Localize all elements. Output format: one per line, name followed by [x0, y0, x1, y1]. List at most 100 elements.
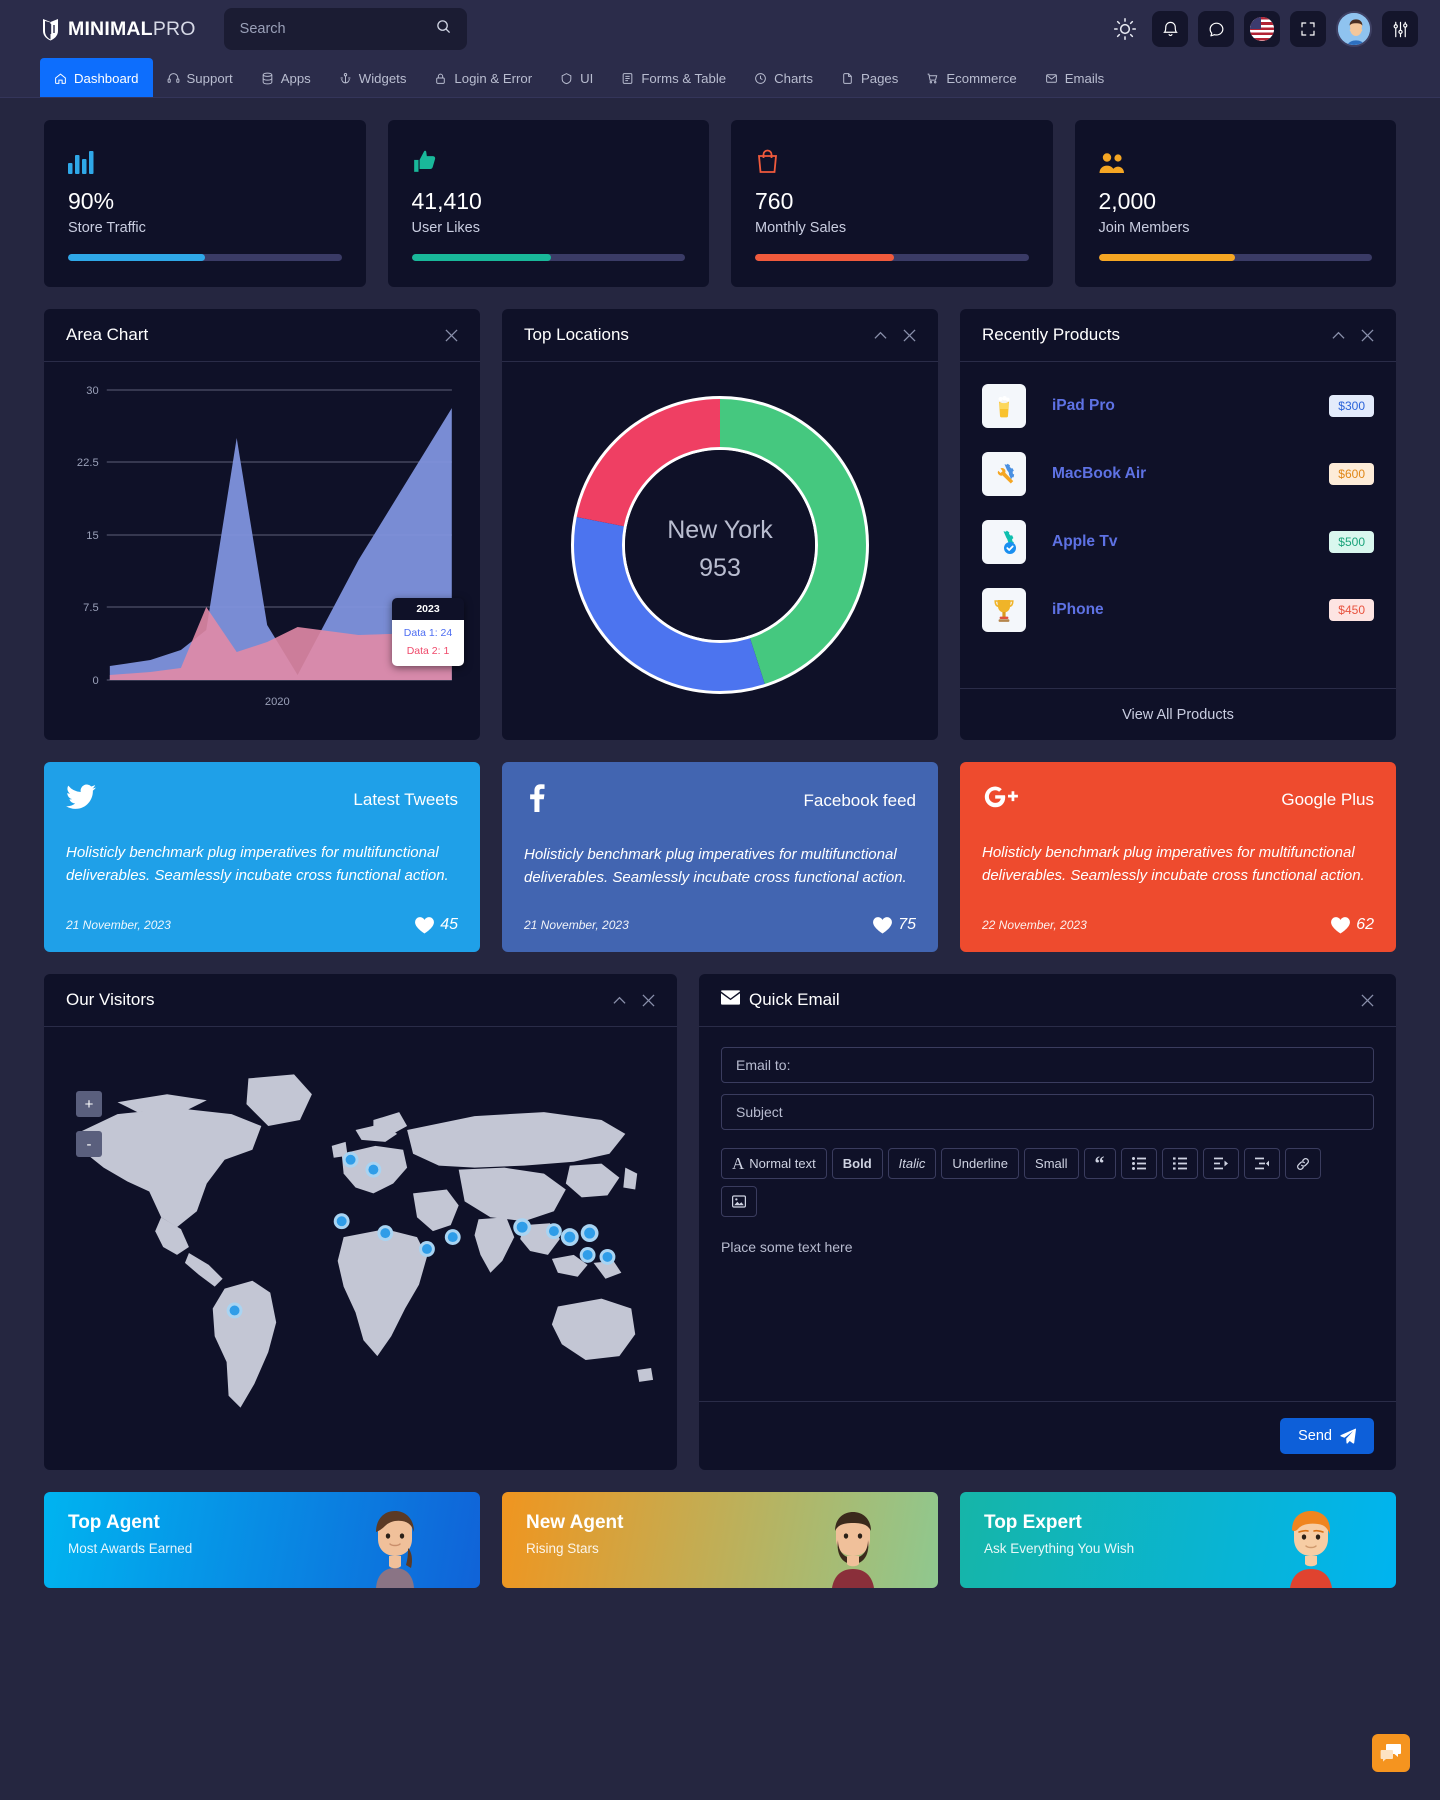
progress-bar [1098, 254, 1372, 261]
italic-button[interactable]: Italic [887, 1148, 937, 1179]
nav-item-ecommerce[interactable]: Ecommerce [912, 58, 1030, 98]
bell-icon[interactable] [1152, 11, 1188, 47]
product-row-macbook-air[interactable]: MacBook Air $600 [960, 440, 1396, 508]
map-zoom-in-button[interactable]: + [76, 1091, 102, 1117]
agent-card-new-agent[interactable]: New Agent Rising Stars [502, 1492, 938, 1588]
thumbs-up-icon [412, 144, 686, 174]
stat-value: 2,000 [1098, 188, 1157, 214]
googleplus-icon [982, 784, 1022, 815]
flag-us-icon[interactable] [1244, 11, 1280, 47]
dashboard-page: MINIMALPRO Search Dashboard Support Apps… [0, 0, 1440, 1800]
social-text: Holisticly benchmark plug imperatives fo… [66, 844, 449, 885]
email-subject-input[interactable] [721, 1094, 1374, 1130]
agent-card-top-expert[interactable]: Top Expert Ask Everything You Wish [960, 1492, 1396, 1588]
panel-title-wrap: Quick Email [721, 990, 840, 1010]
send-button[interactable]: Send [1280, 1418, 1374, 1454]
indent-icon [1213, 1157, 1228, 1170]
stat-value: 90% [68, 188, 115, 214]
nav-item-emails[interactable]: Emails [1031, 58, 1119, 98]
ul-icon [1131, 1157, 1146, 1170]
brand-logo[interactable]: MINIMALPRO [40, 18, 196, 41]
underline-button[interactable]: Underline [941, 1148, 1020, 1179]
stat-card-monthly-sales: 760 Monthly Sales [731, 120, 1053, 287]
chevron-up-icon[interactable] [613, 996, 626, 1005]
nav-item-forms-table[interactable]: Forms & Table [607, 58, 740, 98]
close-icon[interactable] [642, 993, 655, 1007]
avatar[interactable] [1336, 11, 1372, 47]
donut-chart-body: New York 953 [502, 362, 938, 740]
close-icon[interactable] [1361, 328, 1374, 342]
close-icon[interactable] [903, 328, 916, 342]
view-all-products-link[interactable]: View All Products [960, 688, 1396, 740]
search-box[interactable] [223, 8, 467, 50]
search-input[interactable] [239, 21, 436, 37]
chat-icon[interactable] [1198, 11, 1234, 47]
recent-products-panel: Recently Products iPad Pro $300 MacBook … [960, 309, 1396, 740]
chart-tooltip: 2023 Data 1: 24 Data 2: 1 [392, 598, 464, 666]
indent-button[interactable] [1202, 1148, 1239, 1179]
donut-center-value: 953 [699, 554, 741, 582]
bold-button[interactable]: Bold [831, 1148, 883, 1179]
social-likes[interactable]: 45 [415, 916, 458, 934]
brand-light: PRO [152, 17, 196, 40]
product-row-apple-tv[interactable]: Apple Tv $500 [960, 508, 1396, 576]
charts-row: Area Chart 30 22.5 15 7.5 0 2020 2023 Da… [44, 309, 1396, 740]
nav-item-login-error[interactable]: Login & Error [420, 58, 546, 98]
sliders-icon[interactable] [1382, 11, 1418, 47]
nav-item-widgets[interactable]: Widgets [325, 58, 421, 98]
social-title: Latest Tweets [353, 789, 458, 809]
nav-item-apps[interactable]: Apps [247, 58, 325, 98]
blockquote-button[interactable]: “ [1083, 1148, 1116, 1179]
chat-fab[interactable] [1372, 1734, 1410, 1772]
content-area: 90% Store Traffic 41,410 User Likes 760 … [0, 98, 1440, 1588]
panel-header: Area Chart [44, 309, 480, 362]
agent-card-top-agent[interactable]: Top Agent Most Awards Earned [44, 1492, 480, 1588]
svg-text:22.5: 22.5 [77, 457, 99, 469]
outdent-button[interactable] [1243, 1148, 1280, 1179]
panel-header: Top Locations [502, 309, 938, 362]
avatar-woman-icon [376, 1511, 414, 1588]
social-date: 21 November, 2023 [66, 918, 171, 932]
nav-item-dashboard[interactable]: Dashboard [40, 58, 153, 98]
nav-item-ui[interactable]: UI [546, 58, 607, 98]
tooltip-body: Data 1: 24 Data 2: 1 [392, 620, 464, 666]
social-text: Holisticly benchmark plug imperatives fo… [524, 846, 907, 887]
social-footer: 21 November, 2023 45 [66, 916, 458, 934]
image-button[interactable] [721, 1186, 757, 1217]
nav-label: Login & Error [454, 70, 533, 86]
nav-item-support[interactable]: Support [153, 58, 247, 98]
nav-label: Support [186, 70, 233, 86]
product-price-badge: $600 [1329, 463, 1374, 485]
unordered-list-button[interactable] [1120, 1148, 1157, 1179]
fullscreen-icon[interactable] [1290, 11, 1326, 47]
link-button[interactable] [1284, 1148, 1321, 1179]
normal-text-button[interactable]: A Normal text [721, 1148, 827, 1179]
stat-label: Monthly Sales [755, 220, 847, 236]
sun-icon[interactable] [1112, 16, 1138, 42]
social-likes[interactable]: 75 [873, 916, 916, 934]
product-row-iphone[interactable]: iPhone $450 [960, 576, 1396, 644]
email-to-input[interactable] [721, 1047, 1374, 1083]
chevron-up-icon[interactable] [874, 331, 887, 340]
close-icon[interactable] [1361, 993, 1374, 1007]
link-icon [1296, 1157, 1309, 1170]
map-zoom-out-button[interactable]: - [76, 1131, 102, 1157]
avatar-man-beard-icon [832, 1512, 874, 1588]
progress-bar [68, 254, 342, 261]
nav-item-charts[interactable]: Charts [740, 58, 827, 98]
product-row-ipad-pro[interactable]: iPad Pro $300 [960, 372, 1396, 440]
social-card-facebook: Facebook feed Holisticly benchmark plug … [502, 762, 938, 952]
tooltip-series-1: Data 1: 24 [403, 627, 453, 639]
area-chart-body: 30 22.5 15 7.5 0 2020 2023 Data 1: 24 Da… [44, 362, 480, 740]
panel-header: Our Visitors [44, 974, 677, 1027]
search-icon[interactable] [436, 19, 451, 39]
chevron-up-icon[interactable] [1332, 331, 1345, 340]
progress-bar [755, 254, 1029, 261]
close-icon[interactable] [445, 328, 458, 342]
send-label: Send [1298, 1428, 1332, 1444]
social-likes[interactable]: 62 [1331, 916, 1374, 934]
ordered-list-button[interactable] [1161, 1148, 1198, 1179]
email-body-textarea[interactable] [721, 1239, 1374, 1389]
nav-item-pages[interactable]: Pages [827, 58, 912, 98]
small-button[interactable]: Small [1024, 1148, 1079, 1179]
